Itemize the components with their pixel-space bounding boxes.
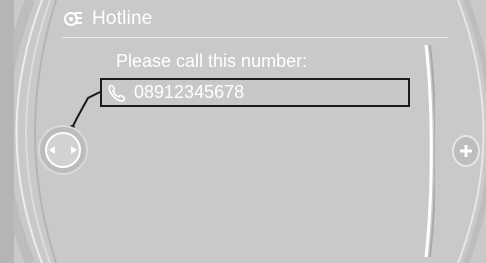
controller-knob[interactable] [38, 125, 88, 175]
hotline-screen: Hotline Please call this number: 0891234… [0, 0, 486, 263]
add-button[interactable] [452, 134, 480, 168]
